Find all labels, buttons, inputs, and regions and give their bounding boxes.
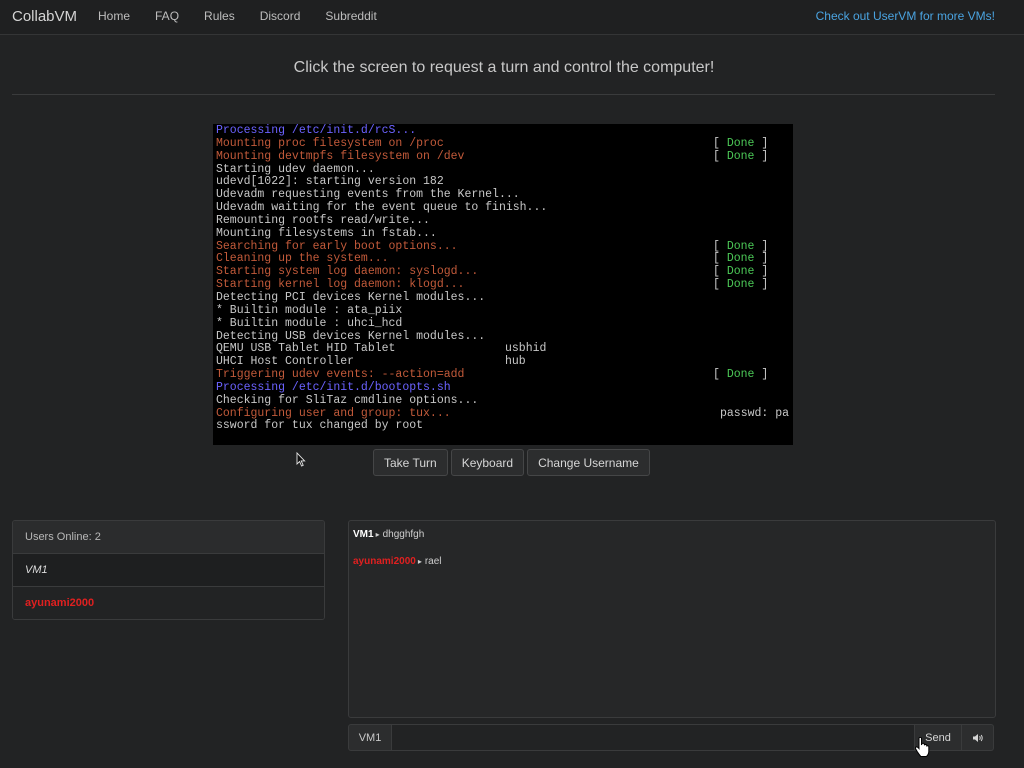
volume-icon bbox=[972, 733, 983, 742]
vm-console-status: [ Done ] bbox=[713, 278, 769, 292]
nav-subreddit[interactable]: Subreddit bbox=[325, 9, 376, 23]
chat-username: ayunami2000 bbox=[353, 556, 416, 567]
chat-message: ayunami2000 ▸ rael bbox=[353, 556, 442, 567]
take-turn-button[interactable]: Take Turn bbox=[373, 449, 448, 476]
vm-console-status-text: Done bbox=[726, 278, 755, 292]
vm-console-text: Udevadm waiting for the event queue to f… bbox=[216, 201, 548, 215]
vm-console-text: Mounting filesystems in fstab... bbox=[216, 226, 437, 240]
chat-arrow-icon: ▸ bbox=[417, 557, 422, 566]
vm-console-status-text: Done bbox=[726, 368, 755, 382]
vm-console-status-text: Done bbox=[726, 252, 755, 266]
vm-console-line: Checking for SliTaz cmdline options... bbox=[216, 393, 793, 408]
vm-display[interactable]: Processing /etc/init.d/rcS... Mounting pr… bbox=[213, 124, 793, 445]
user-list-item[interactable]: ayunami2000 bbox=[13, 587, 324, 619]
vm-console-text: Processing /etc/init.d/rcS... bbox=[216, 124, 417, 137]
vm-console-driver: hub bbox=[505, 355, 526, 369]
vm-console-status-text: Done bbox=[726, 136, 755, 150]
users-online-panel: Users Online: 2 VM1 ayunami2000 bbox=[12, 520, 325, 620]
volume-button[interactable] bbox=[962, 724, 994, 751]
vm-console-line: Remounting rootfs read/write... bbox=[216, 213, 793, 228]
vm-console-text: Detecting PCI devices Kernel modules... bbox=[216, 290, 486, 304]
chat-log[interactable]: VM1 ▸ dhgghfgh ayunami2000 ▸ rael bbox=[348, 520, 996, 718]
change-username-button[interactable]: Change Username bbox=[527, 449, 650, 476]
mouse-pointer-icon bbox=[296, 452, 306, 467]
vm-console-line: Udevadm waiting for the event queue to f… bbox=[216, 201, 793, 215]
chat-message: VM1 ▸ dhgghfgh bbox=[353, 529, 424, 540]
chat-input-group: VM1 Send bbox=[348, 724, 994, 751]
chat-username: VM1 bbox=[353, 529, 374, 540]
vm-console-text: Checking for SliTaz cmdline options... bbox=[216, 393, 479, 407]
vm-console-line: ssword for tux changed by root bbox=[216, 420, 793, 433]
vm-console-line: Mounting proc filesystem on /proc[ Done … bbox=[216, 136, 793, 151]
page-headline: Click the screen to request a turn and c… bbox=[293, 59, 715, 76]
brand-link[interactable]: CollabVM bbox=[12, 8, 77, 25]
keyboard-button[interactable]: Keyboard bbox=[450, 449, 525, 476]
vm-console-status-text: Done bbox=[726, 265, 755, 279]
vm-console-line: Detecting PCI devices Kernel modules... bbox=[216, 290, 793, 305]
nav-links: Home FAQ Rules Discord Subreddit bbox=[98, 9, 402, 23]
chat-arrow-icon: ▸ bbox=[375, 530, 380, 539]
hand-pointer-icon bbox=[914, 736, 930, 757]
users-online-count: Users Online: 2 bbox=[13, 521, 324, 554]
vm-console-line: Mounting devtmpfs filesystem on /dev [ Do… bbox=[216, 149, 793, 164]
vm-controls: Take Turn Keyboard Change Username bbox=[373, 449, 653, 476]
vm-console-text: ssword for tux changed by root bbox=[216, 419, 424, 433]
vm-console-status: [ Done ] bbox=[713, 368, 769, 382]
vm-console-line: Mounting filesystems in fstab... bbox=[216, 226, 793, 241]
vm-console-line: * Builtin module : uhci_hcd bbox=[216, 316, 793, 331]
vm-console-status-text: Done bbox=[726, 149, 755, 163]
navbar: CollabVM Home FAQ Rules Discord Subreddi… bbox=[0, 0, 1024, 35]
vm-console-text: * Builtin module : uhci_hcd bbox=[216, 316, 403, 330]
nav-rules[interactable]: Rules bbox=[204, 9, 235, 23]
vm-console-text: Mounting proc filesystem on /proc bbox=[216, 136, 444, 150]
vm-console-text: Remounting rootfs read/write... bbox=[216, 213, 430, 227]
vm-console-output: Processing /etc/init.d/rcS... Mounting pr… bbox=[216, 124, 793, 433]
vm-console-status-text: Done bbox=[726, 239, 755, 253]
uservm-link[interactable]: Check out UserVM for more VMs! bbox=[816, 9, 995, 23]
vm-console-text: Triggering udev events: --action=add bbox=[216, 368, 465, 382]
vm-console-prompt: passwd: pa bbox=[720, 406, 790, 420]
nav-faq[interactable]: FAQ bbox=[155, 9, 179, 23]
vm-console-line: * Builtin module : ata_piix bbox=[216, 303, 793, 318]
user-list-item[interactable]: VM1 bbox=[13, 554, 324, 587]
vm-console-status: [ Done ] bbox=[713, 149, 769, 163]
chat-text: rael bbox=[424, 556, 442, 567]
chat-input[interactable] bbox=[392, 724, 915, 751]
vm-console-text: * Builtin module : ata_piix bbox=[216, 303, 403, 317]
vm-console-line: Processing /etc/init.d/bootopts.sh bbox=[216, 380, 793, 395]
vm-console-line: Processing /etc/init.d/rcS... bbox=[216, 124, 793, 138]
divider bbox=[12, 94, 995, 95]
vm-console-line: Triggering udev events: --action=add [ Do… bbox=[216, 368, 793, 382]
nav-discord[interactable]: Discord bbox=[260, 9, 301, 23]
vm-console-text: Mounting devtmpfs filesystem on /dev bbox=[216, 149, 465, 163]
chat-username-addon: VM1 bbox=[348, 724, 392, 751]
nav-home[interactable]: Home bbox=[98, 9, 130, 23]
vm-console-text: Processing /etc/init.d/bootopts.sh bbox=[216, 380, 451, 394]
chat-text: dhgghfgh bbox=[382, 529, 425, 540]
